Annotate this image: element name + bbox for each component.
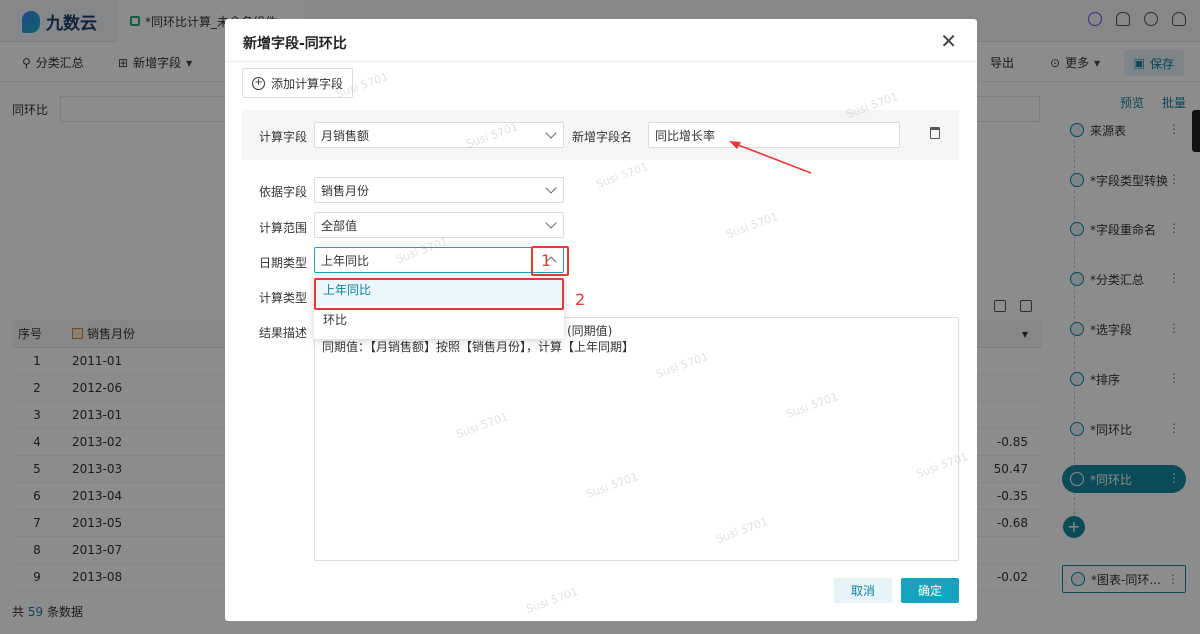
date-type-label: 日期类型	[259, 254, 307, 271]
new-field-name-label: 新增字段名	[572, 128, 632, 145]
plus-circle-icon: +	[252, 77, 265, 90]
cancel-button[interactable]: 取消	[834, 578, 892, 603]
base-field-select[interactable]: 销售月份	[314, 177, 564, 203]
annotation-arrow	[725, 137, 815, 177]
chevron-down-icon	[545, 127, 556, 138]
calc-range-label: 计算范围	[259, 219, 307, 236]
add-calc-field-label: 添加计算字段	[271, 75, 343, 92]
watermark: Susi 5701	[524, 585, 579, 616]
calc-field-value: 月销售额	[321, 127, 369, 144]
annotation-mark-1: 1	[541, 251, 551, 270]
watermark: Susi 5701	[724, 210, 779, 241]
calc-type-label: 计算类型	[259, 289, 307, 306]
annotation-box-2	[314, 278, 564, 310]
calc-field-select[interactable]: 月销售额	[314, 122, 564, 148]
result-desc-label: 结果描述	[259, 324, 307, 341]
confirm-button[interactable]: 确定	[901, 578, 959, 603]
chevron-down-icon	[545, 182, 556, 193]
base-field-label: 依据字段	[259, 183, 307, 200]
date-type-value: 上年同比	[321, 252, 369, 269]
divider	[225, 61, 977, 62]
close-icon[interactable]: ✕	[940, 29, 957, 53]
calc-field-label: 计算字段	[259, 128, 307, 145]
annotation-mark-2: 2	[575, 290, 585, 309]
new-field-name-value: 同比增长率	[655, 127, 715, 144]
calc-range-value: 全部值	[321, 217, 357, 234]
new-field-dialog: 新增字段-同环比 ✕ + 添加计算字段 计算字段 月销售额 新增字段名 同比增长…	[225, 19, 977, 621]
dialog-title: 新增字段-同环比	[243, 33, 347, 53]
base-field-value: 销售月份	[321, 182, 369, 199]
result-desc-line2: 同期值：【月销售额】按照【销售月份】，计算【上年同期】	[322, 338, 634, 355]
calc-range-select[interactable]: 全部值	[314, 212, 564, 238]
watermark: Susi 5701	[594, 160, 649, 191]
chevron-down-icon	[545, 217, 556, 228]
result-desc-line1: (同期值)	[567, 322, 612, 339]
trash-icon[interactable]	[930, 127, 940, 139]
